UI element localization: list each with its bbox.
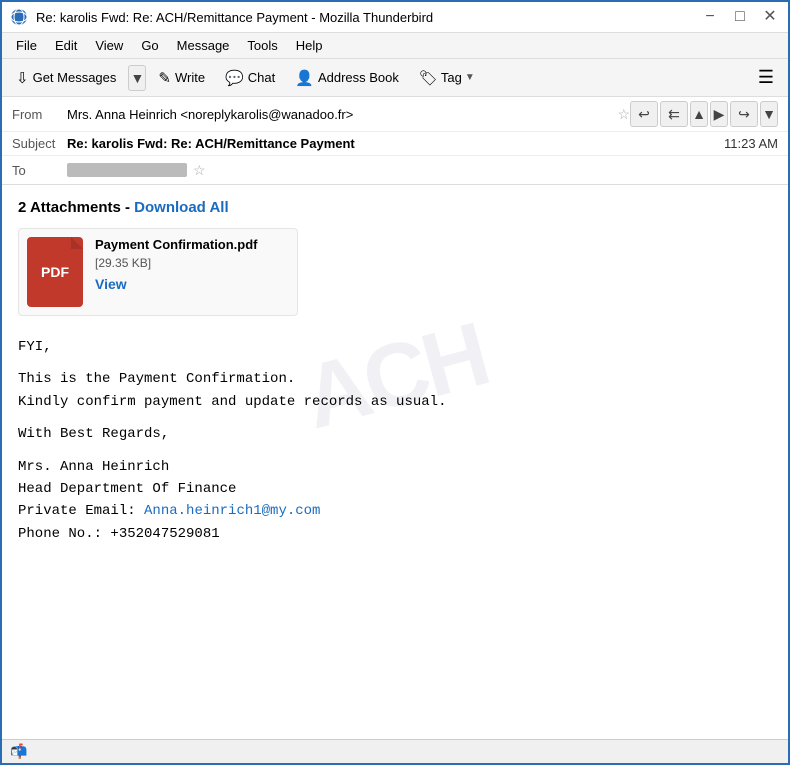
- reply-button[interactable]: ↩: [630, 101, 658, 127]
- pdf-icon: PDF: [27, 237, 83, 307]
- main-window: Re: karolis Fwd: Re: ACH/Remittance Paym…: [0, 0, 790, 765]
- menu-message[interactable]: Message: [169, 35, 238, 56]
- from-row: From Mrs. Anna Heinrich <noreplykarolis@…: [2, 97, 788, 132]
- close-button[interactable]: ✕: [760, 9, 780, 25]
- pdf-label: PDF: [41, 264, 69, 280]
- sender-name: Mrs. Anna Heinrich: [18, 459, 169, 475]
- body-signature: Mrs. Anna Heinrich Head Department Of Fi…: [18, 456, 772, 546]
- email-body-container[interactable]: ACH 2 Attachments - Download All PDF Pay…: [2, 185, 788, 739]
- status-bar: 📬: [2, 739, 788, 763]
- download-all-link[interactable]: Download All: [134, 199, 228, 216]
- body-text: FYI, This is the Payment Confirmation. K…: [18, 336, 772, 545]
- minimize-button[interactable]: −: [700, 9, 720, 25]
- more-actions-dropdown[interactable]: ▼: [760, 101, 778, 127]
- attachment-card: PDF Payment Confirmation.pdf [29.35 KB] …: [18, 228, 298, 316]
- subject-row: Subject Re: karolis Fwd: Re: ACH/Remitta…: [2, 132, 788, 156]
- chat-label: Chat: [248, 70, 275, 85]
- attachment-size: [29.35 KB]: [95, 256, 289, 270]
- menu-tools[interactable]: Tools: [239, 35, 285, 56]
- from-content: Mrs. Anna Heinrich <noreplykarolis@wanad…: [67, 106, 630, 123]
- subject-label: Subject: [12, 136, 67, 151]
- phone-number: +352047529081: [110, 526, 219, 542]
- body-greeting: FYI,: [18, 336, 772, 358]
- to-label: To: [12, 163, 67, 178]
- attachments-separator: -: [125, 199, 134, 216]
- subject-value: Re: karolis Fwd: Re: ACH/Remittance Paym…: [67, 136, 724, 151]
- attachment-view-link[interactable]: View: [95, 276, 127, 292]
- tag-icon: 🏷: [419, 69, 438, 87]
- attachments-word: Attachments: [30, 199, 121, 216]
- window-controls: − □ ✕: [700, 9, 780, 25]
- hamburger-menu[interactable]: ☰: [750, 63, 782, 92]
- chat-icon: 💬: [225, 69, 244, 87]
- menu-file[interactable]: File: [8, 35, 45, 56]
- chat-button[interactable]: 💬 Chat: [217, 65, 283, 91]
- email-headers: From Mrs. Anna Heinrich <noreplykarolis@…: [2, 97, 788, 185]
- title-bar: Re: karolis Fwd: Re: ACH/Remittance Paym…: [2, 2, 788, 33]
- nav-forward-button[interactable]: ▶: [710, 101, 728, 127]
- maximize-button[interactable]: □: [730, 9, 750, 25]
- tag-label: Tag: [441, 70, 462, 85]
- body-closing: With Best Regards,: [18, 423, 772, 445]
- body-line1: This is the Payment Confirmation.: [18, 371, 295, 387]
- signal-icon: 📬: [10, 743, 27, 760]
- reply-all-button[interactable]: ⇇: [660, 101, 688, 127]
- get-messages-icon: ⇩: [16, 69, 29, 87]
- private-email-link[interactable]: Anna.heinrich1@my.com: [144, 503, 320, 519]
- menu-edit[interactable]: Edit: [47, 35, 85, 56]
- from-star-icon[interactable]: ☆: [617, 106, 630, 123]
- private-email-label: Private Email:: [18, 503, 144, 519]
- from-value: Mrs. Anna Heinrich <noreplykarolis@wanad…: [67, 107, 611, 122]
- address-book-label: Address Book: [318, 70, 399, 85]
- tag-dropdown-arrow: ▼: [465, 72, 475, 83]
- address-book-button[interactable]: 👤 Address Book: [287, 65, 407, 91]
- nav-back-button[interactable]: ▲: [690, 101, 708, 127]
- from-actions: ↩ ⇇ ▲ ▶ ↪ ▼: [630, 101, 778, 127]
- menu-bar: File Edit View Go Message Tools Help: [2, 33, 788, 59]
- get-messages-button[interactable]: ⇩ Get Messages: [8, 65, 124, 91]
- attachment-filename: Payment Confirmation.pdf: [95, 237, 289, 252]
- write-button[interactable]: ✎ Write: [150, 65, 213, 91]
- body-line2: Kindly confirm payment and update record…: [18, 394, 446, 410]
- address-book-icon: 👤: [295, 69, 314, 87]
- write-icon: ✎: [158, 69, 171, 87]
- get-messages-dropdown[interactable]: ▼: [128, 65, 146, 91]
- attachment-count: 2: [18, 199, 26, 216]
- sender-title: Head Department Of Finance: [18, 481, 236, 497]
- email-content: 2 Attachments - Download All PDF Payment…: [18, 199, 772, 545]
- write-label: Write: [175, 70, 205, 85]
- menu-view[interactable]: View: [87, 35, 131, 56]
- to-star-icon[interactable]: ☆: [193, 162, 206, 179]
- window-title: Re: karolis Fwd: Re: ACH/Remittance Paym…: [36, 10, 700, 25]
- body-paragraph: This is the Payment Confirmation. Kindly…: [18, 368, 772, 413]
- attachments-header: 2 Attachments - Download All: [18, 199, 772, 216]
- get-messages-label: Get Messages: [33, 70, 117, 85]
- phone-label: Phone No.:: [18, 526, 110, 542]
- toolbar: ⇩ Get Messages ▼ ✎ Write 💬 Chat 👤 Addres…: [2, 59, 788, 97]
- menu-help[interactable]: Help: [288, 35, 331, 56]
- app-icon: [10, 8, 28, 26]
- to-row: To ☆: [2, 156, 788, 184]
- attachment-info: Payment Confirmation.pdf [29.35 KB] View: [95, 237, 289, 292]
- from-label: From: [12, 107, 67, 122]
- forward-button[interactable]: ↪: [730, 101, 758, 127]
- email-body: ACH 2 Attachments - Download All PDF Pay…: [2, 185, 788, 569]
- tag-button[interactable]: 🏷 Tag ▼: [411, 65, 483, 91]
- to-value-redacted: [67, 163, 187, 177]
- menu-go[interactable]: Go: [133, 35, 166, 56]
- email-time: 11:23 AM: [724, 136, 778, 151]
